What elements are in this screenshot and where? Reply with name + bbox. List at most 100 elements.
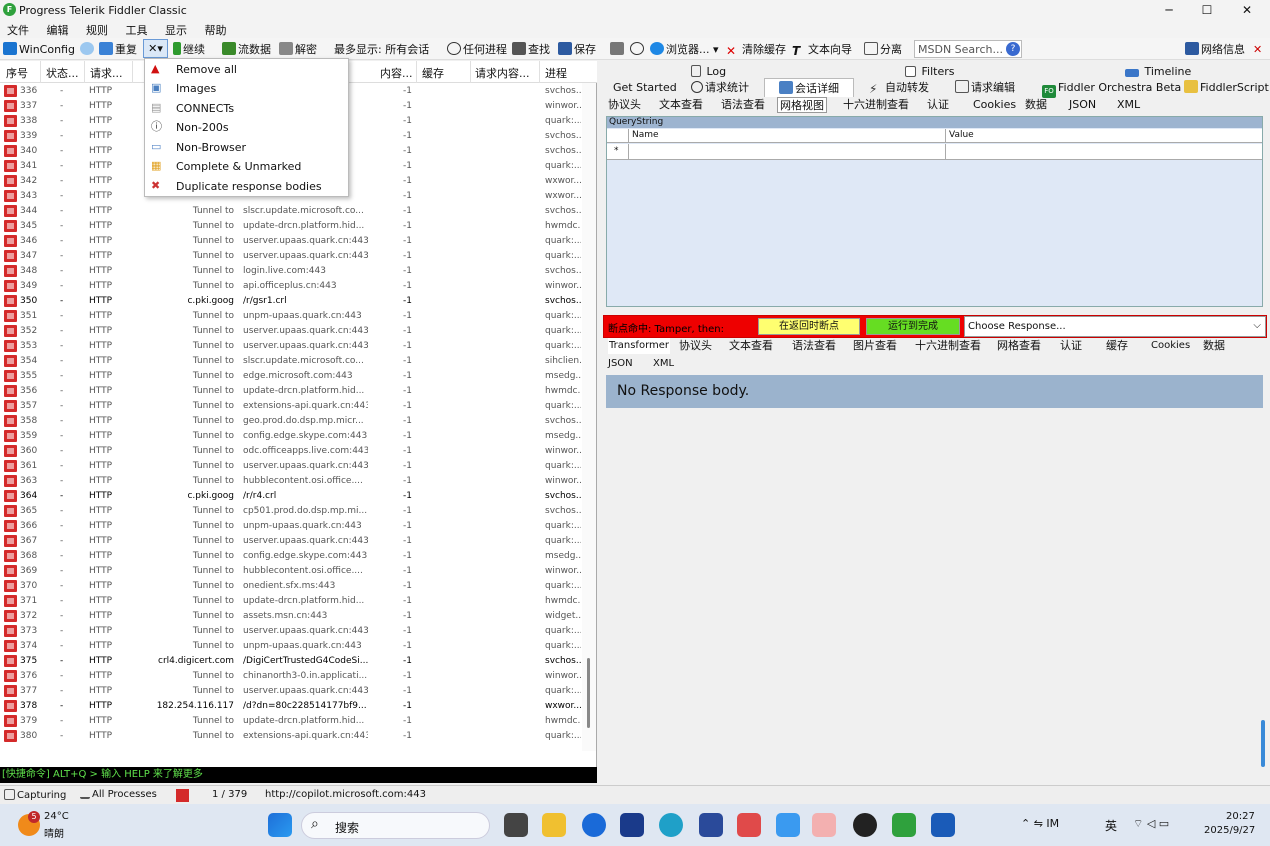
col-process[interactable]: 进程 bbox=[545, 65, 567, 81]
resume-button[interactable]: 继续 bbox=[173, 41, 205, 58]
response-tab-3[interactable]: 语法查看 bbox=[792, 338, 836, 354]
request-tab-4[interactable]: 十六进制查看 bbox=[843, 97, 909, 113]
network-info-button[interactable]: 网络信息 bbox=[1185, 41, 1245, 58]
store-icon[interactable] bbox=[620, 813, 644, 837]
table-row[interactable]: 369 - HTTP Tunnel to hubblecontent.osi.offic… bbox=[0, 564, 581, 579]
table-row[interactable]: 378 - HTTP 182.254.116.117/d?dn=80c22851417… bbox=[0, 699, 581, 714]
request-tab-5[interactable]: 认证 bbox=[927, 97, 949, 113]
menu-item-complete-unmarked[interactable]: ▦ Complete & Unmarked bbox=[145, 157, 348, 176]
quickexec-bar[interactable]: [快捷命令] ALT+Q > 输入 HELP 来了解更多 bbox=[0, 767, 597, 783]
word-icon[interactable] bbox=[931, 813, 955, 837]
col-content-type[interactable]: 请求内容... bbox=[475, 65, 530, 81]
table-row[interactable]: 377 - HTTP Tunnel to userver.upaas.quark.cn:… bbox=[0, 684, 581, 699]
table-row[interactable]: 355 - HTTP Tunnel to edge.microsoft.com:443 -… bbox=[0, 369, 581, 384]
table-row[interactable]: 352 - HTTP Tunnel to userver.upaas.quark.cn:… bbox=[0, 324, 581, 339]
explorer-icon[interactable] bbox=[542, 813, 566, 837]
table-row[interactable]: 357 - HTTP Tunnel to extensions-api.quark.cn… bbox=[0, 399, 581, 414]
response-tab2-1[interactable]: XML bbox=[653, 356, 674, 372]
table-row[interactable]: 360 - HTTP Tunnel to odc.officeapps.live.com… bbox=[0, 444, 581, 459]
system-tray-icons[interactable]: ⌃ ⇋ IM bbox=[1021, 817, 1059, 830]
tab-filters[interactable]: Filters bbox=[905, 64, 954, 80]
table-row[interactable]: 351 - HTTP Tunnel to unpm-upaas.quark.cn:443… bbox=[0, 309, 581, 324]
menu-item-connects[interactable]: ▤ CONNECTs bbox=[145, 99, 348, 118]
cloud-icon[interactable] bbox=[776, 813, 800, 837]
stream-button[interactable]: 流数据 bbox=[222, 41, 271, 58]
tab-composer[interactable]: 请求编辑 bbox=[955, 80, 1015, 96]
table-row[interactable]: 370 - HTTP Tunnel to onedient.sfx.ms:443 -1 qu… bbox=[0, 579, 581, 594]
tab-fiddlerscript[interactable]: FiddlerScript bbox=[1184, 80, 1269, 96]
table-row[interactable]: 359 - HTTP Tunnel to config.edge.skype.com:4… bbox=[0, 429, 581, 444]
col-status[interactable]: 状态... bbox=[46, 65, 79, 81]
col-caching[interactable]: 缓存 bbox=[422, 65, 444, 81]
close-button[interactable]: ✕ bbox=[1224, 0, 1270, 20]
response-tab-1[interactable]: 协议头 bbox=[679, 338, 712, 354]
tearoff-button[interactable]: 分离 bbox=[864, 41, 902, 58]
save-button[interactable]: 保存 bbox=[558, 41, 596, 58]
network-wifi-icon[interactable]: ⌔ ◁ ▭ bbox=[1133, 817, 1169, 831]
tab-autoresponder[interactable]: ⚡ 自动转发 bbox=[869, 80, 929, 96]
response-tab2-0[interactable]: JSON bbox=[608, 356, 633, 372]
table-row[interactable]: 356 - HTTP Tunnel to update-drcn.platform.hi… bbox=[0, 384, 581, 399]
table-row[interactable]: 349 - HTTP Tunnel to api.officeplus.cn:443 -1… bbox=[0, 279, 581, 294]
table-row[interactable]: 367 - HTTP Tunnel to userver.upaas.quark.cn:… bbox=[0, 534, 581, 549]
table-row[interactable]: 348 - HTTP Tunnel to login.live.com:443 -1 svc… bbox=[0, 264, 581, 279]
break-on-response-button[interactable]: 在返回时断点 bbox=[758, 318, 860, 335]
screenshot-button[interactable] bbox=[610, 41, 626, 58]
table-row[interactable]: 371 - HTTP Tunnel to update-drcn.platform.hi… bbox=[0, 594, 581, 609]
response-tab-0[interactable]: Transformer bbox=[608, 338, 671, 354]
response-tab-9[interactable]: Cookies bbox=[1151, 338, 1190, 354]
breakpoint-status-icon[interactable] bbox=[176, 789, 189, 802]
text-wizard-button[interactable]: T 文本向导 bbox=[792, 41, 852, 58]
splitter-handle[interactable] bbox=[1261, 720, 1265, 767]
process-filter[interactable]: All Processes bbox=[80, 789, 157, 800]
tab-orchestra[interactable]: FO Fiddler Orchestra Beta bbox=[1042, 80, 1181, 98]
run-to-completion-button[interactable]: 运行到完成 bbox=[866, 318, 960, 335]
capturing-indicator[interactable]: Capturing bbox=[4, 789, 66, 801]
table-row[interactable]: 346 - HTTP Tunnel to userver.upaas.quark.cn:… bbox=[0, 234, 581, 249]
session-list-scrollbar[interactable] bbox=[582, 83, 596, 751]
menu-item-remove-all[interactable]: ▲ Remove all bbox=[145, 60, 348, 79]
table-row[interactable]: 353 - HTTP Tunnel to userver.upaas.quark.cn:… bbox=[0, 339, 581, 354]
winconfig-button[interactable]: WinConfig bbox=[3, 41, 75, 58]
fiddler-taskbar-icon[interactable] bbox=[892, 813, 916, 837]
menu-edit[interactable]: 编辑 bbox=[40, 20, 76, 40]
table-row[interactable]: 344 - HTTP Tunnel to slscr.update.microsoft.… bbox=[0, 204, 581, 219]
menu-help[interactable]: 帮助 bbox=[198, 20, 234, 40]
request-tab-1[interactable]: 文本查看 bbox=[659, 97, 703, 113]
tab-get-started[interactable]: Get Started bbox=[613, 80, 677, 96]
table-row[interactable]: 363 - HTTP Tunnel to hubblecontent.osi.offic… bbox=[0, 474, 581, 489]
menu-tools[interactable]: 工具 bbox=[119, 20, 155, 40]
table-row[interactable]: 350 - HTTP c.pki.goog/r/gsr1.crl -1 svchos... bbox=[0, 294, 581, 309]
ime-language[interactable]: 英 bbox=[1105, 817, 1117, 834]
response-tab-2[interactable]: 文本查看 bbox=[729, 338, 773, 354]
app-icon-3[interactable] bbox=[737, 813, 761, 837]
help-icon[interactable]: ? bbox=[1006, 42, 1020, 56]
grid-new-row[interactable]: * bbox=[607, 144, 1262, 160]
col-body[interactable]: 内容... bbox=[380, 65, 413, 81]
any-process-button[interactable]: 任何进程 bbox=[447, 41, 507, 58]
task-view-icon[interactable] bbox=[504, 813, 528, 837]
table-row[interactable]: 366 - HTTP Tunnel to unpm-upaas.quark.cn:443… bbox=[0, 519, 581, 534]
table-row[interactable]: 365 - HTTP Tunnel to cp501.prod.do.dsp.mp.mi… bbox=[0, 504, 581, 519]
table-row[interactable]: 373 - HTTP Tunnel to userver.upaas.quark.cn:… bbox=[0, 624, 581, 639]
menu-view[interactable]: 显示 bbox=[158, 20, 194, 40]
table-row[interactable]: 364 - HTTP c.pki.goog/r/r4.crl -1 svchos... bbox=[0, 489, 581, 504]
scrollbar-thumb[interactable] bbox=[587, 658, 590, 728]
find-button[interactable]: 查找 bbox=[512, 41, 550, 58]
request-tab-8[interactable]: JSON bbox=[1069, 97, 1096, 113]
tab-timeline[interactable]: Timeline bbox=[1125, 64, 1191, 80]
request-tab-7[interactable]: 数据 bbox=[1025, 97, 1047, 113]
table-row[interactable]: 358 - HTTP Tunnel to geo.prod.do.dsp.mp.micr… bbox=[0, 414, 581, 429]
request-tab-6[interactable]: Cookies bbox=[973, 97, 1016, 113]
col-id[interactable]: 序号 bbox=[6, 65, 28, 81]
menu-rules[interactable]: 规则 bbox=[79, 20, 115, 40]
tab-log[interactable]: Log bbox=[691, 64, 726, 80]
taskbar-search[interactable]: ⌕ 搜索 bbox=[301, 812, 490, 839]
close-toolbar-icon[interactable]: ✕ bbox=[1253, 41, 1262, 58]
request-tab-3[interactable]: 网格视图 bbox=[777, 97, 827, 113]
response-tab-5[interactable]: 十六进制查看 bbox=[915, 338, 981, 354]
table-row[interactable]: 375 - HTTP crl4.digicert.com/DigiCertTruste… bbox=[0, 654, 581, 669]
timer-button[interactable] bbox=[630, 41, 646, 58]
comment-button[interactable] bbox=[80, 41, 96, 58]
tab-statistics[interactable]: 请求统计 bbox=[691, 80, 749, 96]
